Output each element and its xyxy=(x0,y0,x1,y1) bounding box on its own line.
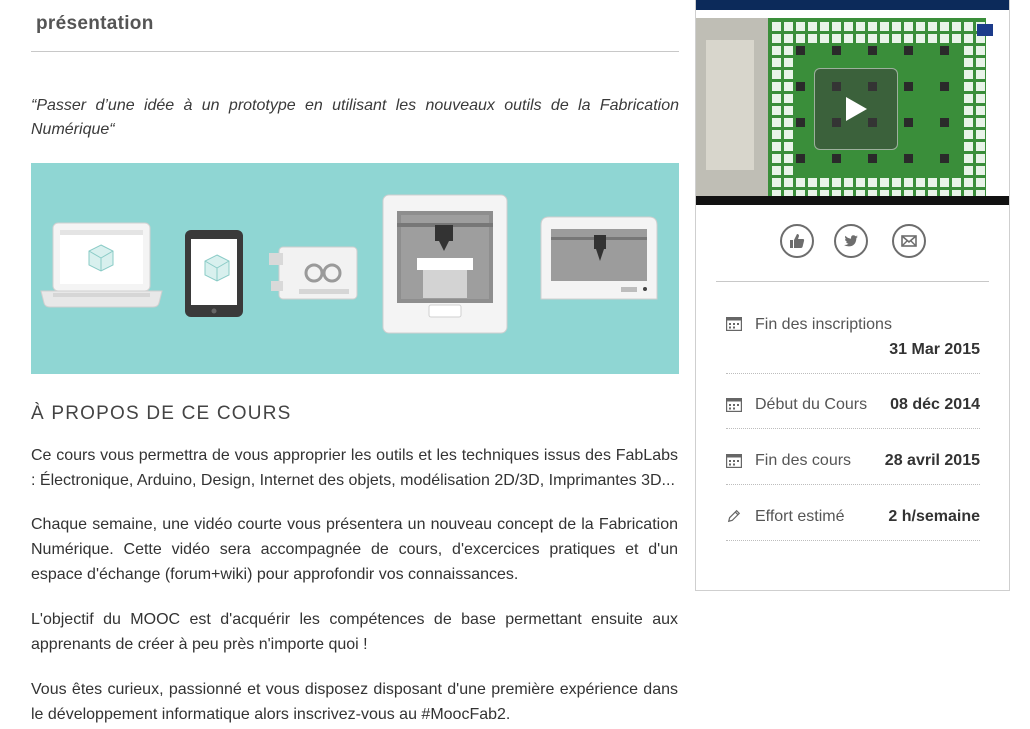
info-value: 31 Mar 2015 xyxy=(889,341,980,358)
course-sidebar: Fin des inscriptions 31 Mar 2015 Début d… xyxy=(695,0,1010,591)
info-value: 28 avril 2015 xyxy=(884,452,980,469)
description-paragraph: Ce cours vous permettra de vous appropri… xyxy=(31,447,678,489)
divider xyxy=(716,281,989,282)
share-bar xyxy=(696,224,1009,264)
course-quote: “Passer d’une idée à un prototype en uti… xyxy=(31,97,679,138)
info-row-enrollment-end: Fin des inscriptions 31 Mar 2015 xyxy=(726,312,980,374)
info-row-effort: Effort estimé 2 h/semaine xyxy=(726,484,980,541)
info-row-course-end: Fin des cours 28 avril 2015 xyxy=(726,428,980,485)
info-label: Fin des inscriptions xyxy=(755,316,892,333)
info-row-course-start: Début du Cours 08 déc 2014 xyxy=(726,373,980,429)
info-label: Fin des cours xyxy=(755,452,852,469)
section-title: présentation xyxy=(36,13,154,34)
info-value: 2 h/semaine xyxy=(888,508,980,525)
hero-illustration xyxy=(31,163,679,374)
about-heading: À PROPOS DE CE COURS xyxy=(31,403,292,424)
tablet-illustration xyxy=(185,230,243,317)
laptop-illustration xyxy=(40,222,163,308)
info-label: Effort estimé xyxy=(755,508,845,525)
pencil-icon xyxy=(727,509,741,523)
email-icon xyxy=(901,235,917,247)
thumbs-up-icon xyxy=(790,234,805,248)
info-label: Début du Cours xyxy=(755,396,868,413)
description-paragraph: Vous êtes curieux, passionné et vous dis… xyxy=(31,681,678,723)
arduino-illustration xyxy=(269,246,358,300)
printer-illustration xyxy=(382,194,508,334)
calendar-icon xyxy=(726,398,742,412)
email-button[interactable] xyxy=(892,224,926,258)
divider xyxy=(31,51,679,52)
play-button[interactable] xyxy=(814,68,898,150)
like-button[interactable] xyxy=(780,224,814,258)
description-paragraph: L'objectif du MOOC est d'acquérir les co… xyxy=(31,611,678,653)
twitter-icon xyxy=(844,235,858,247)
description-paragraph: Chaque semaine, une vidéo courte vous pr… xyxy=(31,516,678,583)
play-icon xyxy=(846,97,867,121)
video-player[interactable] xyxy=(696,0,1009,205)
twitter-button[interactable] xyxy=(834,224,868,258)
calendar-icon xyxy=(726,317,742,331)
info-value: 08 déc 2014 xyxy=(890,396,980,413)
printer-small-illustration xyxy=(540,216,658,300)
calendar-icon xyxy=(726,454,742,468)
